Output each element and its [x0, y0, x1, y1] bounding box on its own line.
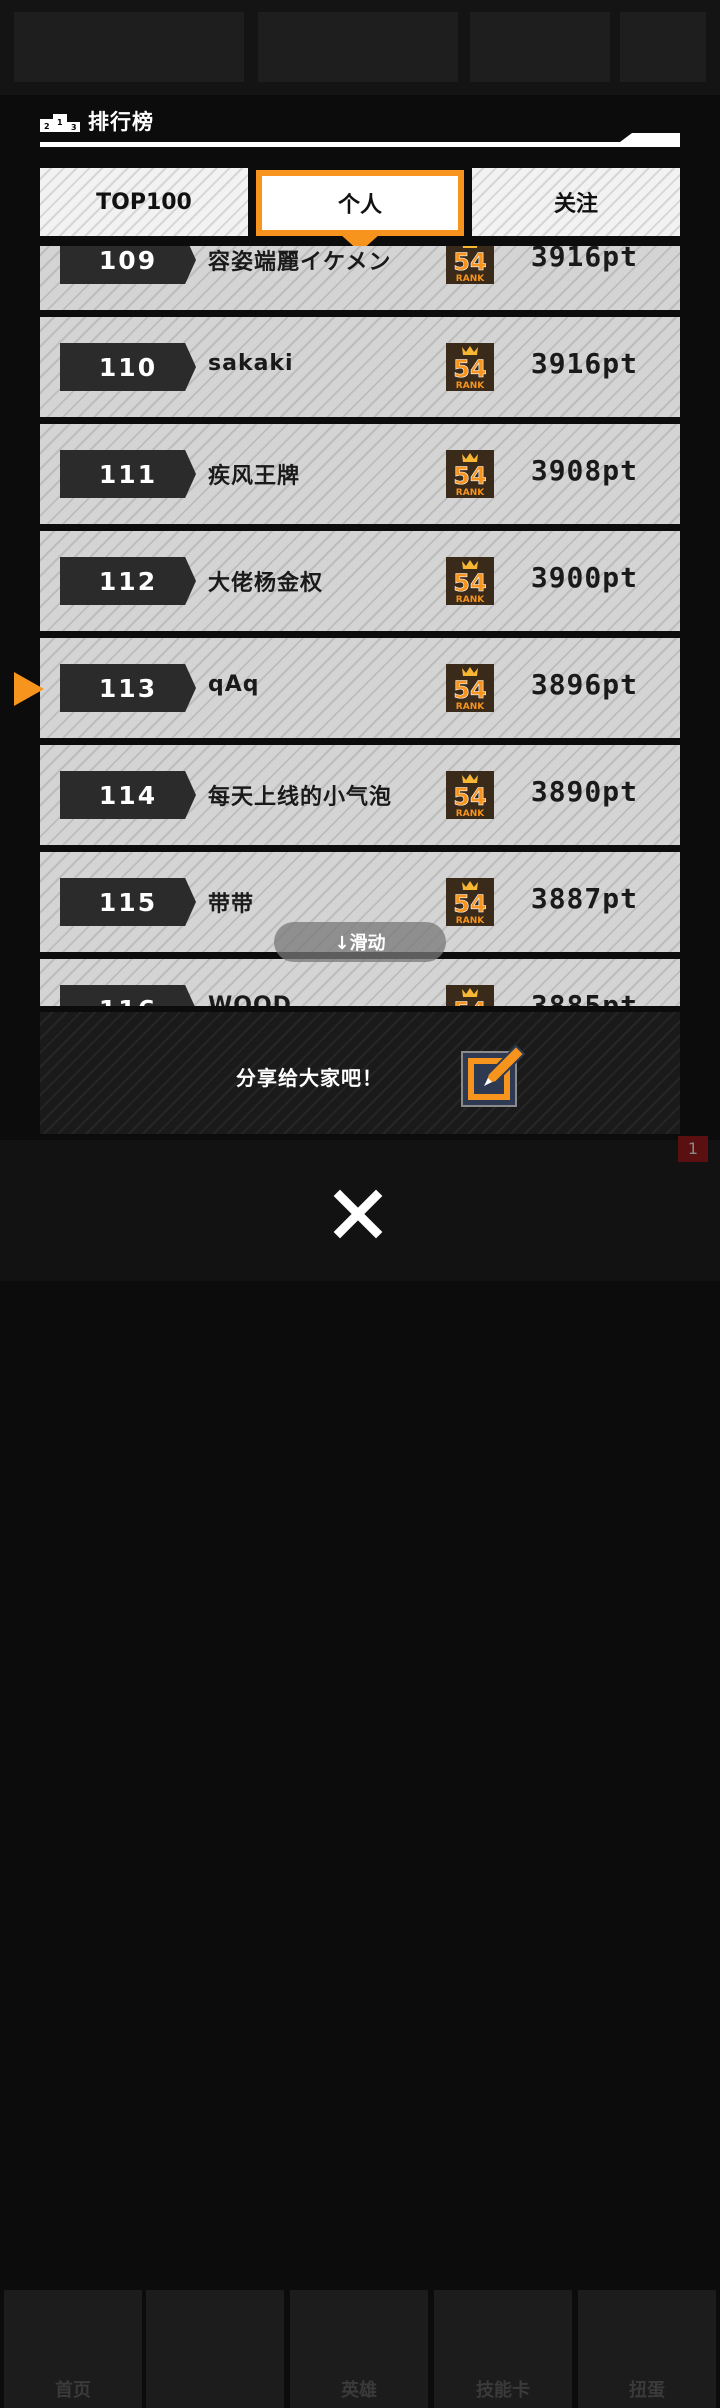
player-name: 带带 — [208, 892, 255, 917]
background-stamina-panel — [258, 12, 458, 82]
background-nav-label: 扭蛋 — [629, 2380, 665, 2401]
header-decoration — [620, 133, 680, 142]
background-nav-gacha: 扭蛋 — [578, 2290, 716, 2408]
player-points: 3890pt — [530, 775, 638, 808]
rank-54-icon: 54RANK — [446, 985, 494, 1006]
rank-number: 110 — [60, 343, 196, 391]
rank-54-icon: 54RANK — [446, 343, 494, 391]
background-nav-skills: 技能卡 — [434, 2290, 572, 2408]
share-panel: 分享给大家吧！ — [40, 1012, 680, 1134]
background-currency-panel — [470, 12, 610, 82]
rank-number: 114 — [60, 771, 196, 819]
svg-text:RANK: RANK — [456, 702, 485, 712]
tab-personal[interactable]: 个人 — [256, 170, 464, 236]
close-icon[interactable] — [330, 1186, 386, 1242]
ranking-row[interactable]: 113 qAq 54 RANK 3896pt — [40, 638, 680, 738]
player-name: 每天上线的小气泡 — [208, 785, 393, 810]
player-name: WOOD — [208, 993, 292, 1006]
modal-header: 2 1 3 排行榜 — [40, 100, 680, 150]
ranking-row[interactable]: 116 WOOD 54RANK 3885pt — [40, 959, 680, 1006]
svg-text:2: 2 — [44, 122, 50, 131]
tab-top100[interactable]: TOP100 — [40, 168, 248, 236]
background-nav-home: 首页 — [4, 2290, 142, 2408]
rank-54-icon: 54RANK — [446, 246, 494, 284]
background-player-panel — [14, 12, 244, 82]
background-top-bar — [0, 0, 720, 95]
ranking-row[interactable]: 110 sakaki 54 RANK 3916pt — [40, 317, 680, 417]
rank-54-icon: 54RANK — [446, 557, 494, 605]
player-points: 3916pt — [530, 347, 638, 380]
scroll-hint: ↓滑动 — [274, 922, 446, 962]
svg-text:RANK: RANK — [456, 809, 485, 819]
svg-text:54: 54 — [453, 248, 486, 276]
ranking-row[interactable]: 111 疾风王牌 54 RANK 3908pt — [40, 424, 680, 524]
player-points: 3900pt — [530, 561, 638, 594]
rank-54-icon: 54RANK — [446, 664, 494, 712]
background-nav-heroes: 英雄 — [290, 2290, 428, 2408]
svg-text:3: 3 — [71, 123, 77, 132]
podium-icon: 2 1 3 — [40, 114, 80, 132]
background-notification-badge: 1 — [678, 1136, 708, 1162]
svg-text:RANK: RANK — [456, 595, 485, 605]
rank-number: 111 — [60, 450, 196, 498]
player-points: 3908pt — [530, 454, 638, 487]
ranking-row[interactable]: 112 大佬杨金权 54 RANK 3900pt — [40, 531, 680, 631]
svg-text:RANK: RANK — [456, 381, 485, 391]
rank-54-icon: 54RANK — [446, 878, 494, 926]
svg-text:54: 54 — [453, 890, 486, 918]
svg-text:54: 54 — [453, 462, 486, 490]
svg-text:RANK: RANK — [456, 488, 485, 498]
background-nav-label: 技能卡 — [476, 2380, 530, 2401]
rank-54-icon: 54RANK — [446, 771, 494, 819]
background-menu-button — [620, 12, 706, 82]
player-name: 容姿端麗イケメン — [208, 250, 392, 275]
modal-title: 排行榜 — [88, 110, 154, 134]
background-nav-battle — [146, 2290, 284, 2408]
ranking-row[interactable]: 114 每天上线的小气泡 54 RANK 3890pt — [40, 745, 680, 845]
player-name: 大佬杨金权 — [208, 571, 324, 596]
svg-text:54: 54 — [453, 355, 486, 383]
current-player-marker — [14, 672, 44, 706]
tab-following[interactable]: 关注 — [472, 168, 680, 236]
background-nav-label: 首页 — [55, 2380, 91, 2401]
player-points: 3885pt — [530, 989, 638, 1006]
svg-text:54: 54 — [453, 783, 486, 811]
player-points: 3887pt — [530, 882, 638, 915]
svg-text:54: 54 — [453, 569, 486, 597]
ranking-tabs: TOP100 个人 关注 — [40, 168, 680, 236]
rank-number: 115 — [60, 878, 196, 926]
svg-text:RANK: RANK — [456, 916, 485, 926]
header-divider — [40, 142, 680, 147]
svg-text:1: 1 — [57, 118, 63, 127]
player-points: 3896pt — [530, 668, 638, 701]
rank-number: 109 — [60, 246, 196, 284]
share-text: 分享给大家吧！ — [236, 1066, 383, 1090]
player-name: 疾风王牌 — [208, 464, 301, 489]
rank-number: 112 — [60, 557, 196, 605]
svg-text:54: 54 — [453, 997, 486, 1006]
svg-text:RANK: RANK — [456, 274, 485, 284]
player-points: 3916pt — [530, 246, 638, 273]
player-name: qAq — [208, 672, 260, 697]
ranking-row[interactable]: 109 容姿端麗イケメン 54 RANK 3916pt — [40, 246, 680, 310]
rank-number: 116 — [60, 985, 196, 1006]
rank-number: 113 — [60, 664, 196, 712]
rank-54-icon: 54RANK — [446, 450, 494, 498]
background-nav-label: 英雄 — [341, 2380, 377, 2401]
share-edit-icon[interactable] — [460, 1038, 530, 1108]
svg-text:54: 54 — [453, 676, 486, 704]
player-name: sakaki — [208, 351, 294, 376]
ranking-list[interactable]: 109 容姿端麗イケメン 54 RANK 3916pt 110 sakaki 54 RANK 39… — [40, 246, 680, 1006]
